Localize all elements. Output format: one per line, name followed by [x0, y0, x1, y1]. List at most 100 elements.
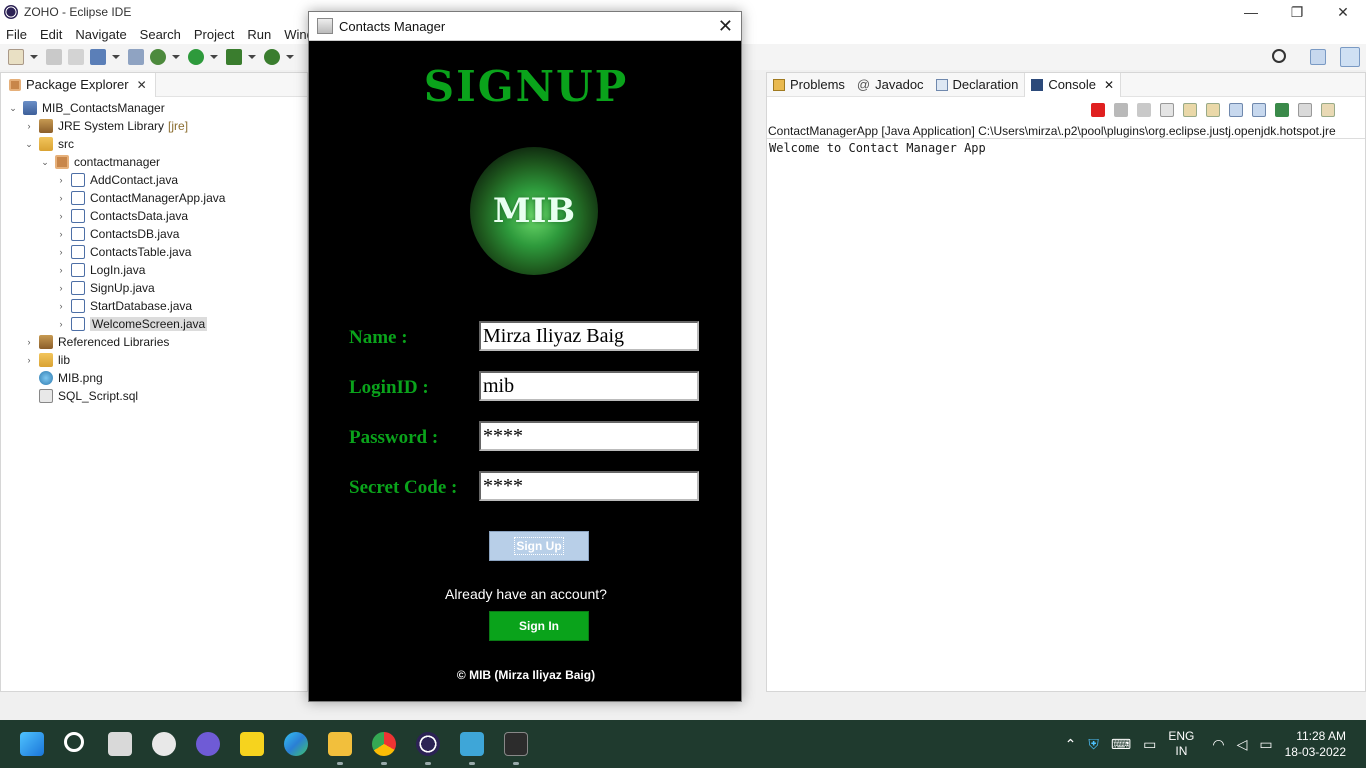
coverage-icon[interactable] [226, 49, 242, 65]
tree-item[interactable]: › ContactsData.java [1, 207, 307, 225]
tree-item[interactable]: › LogIn.java [1, 261, 307, 279]
tree-item[interactable]: › JRE System Library [jre] [1, 117, 307, 135]
tree-item[interactable]: › Referenced Libraries [1, 333, 307, 351]
display-icon[interactable]: ▭ [1143, 736, 1156, 753]
tree-item[interactable]: MIB.png [1, 369, 307, 387]
restore-button[interactable]: ❐ [1274, 0, 1320, 24]
tree-item[interactable]: › lib [1, 351, 307, 369]
collapsed-icon[interactable]: › [55, 174, 67, 186]
terminal-icon[interactable] [90, 49, 106, 65]
collapsed-icon[interactable]: › [55, 246, 67, 258]
collapsed-icon[interactable]: › [55, 282, 67, 294]
search-icon[interactable] [1272, 49, 1286, 63]
tree-item[interactable]: › StartDatabase.java [1, 297, 307, 315]
minimize-button[interactable]: — [1228, 0, 1274, 24]
sticky-notes-icon[interactable] [240, 732, 264, 756]
security-icon[interactable]: ⛨ [1088, 736, 1099, 753]
tree-item[interactable]: › ContactsDB.java [1, 225, 307, 243]
save-icon[interactable] [46, 49, 62, 65]
collapsed-icon[interactable]: › [55, 228, 67, 240]
tab-problems[interactable]: Problems [767, 73, 851, 97]
volume-icon[interactable]: ◁ [1237, 736, 1248, 753]
tree-item[interactable]: ⌄ contactmanager [1, 153, 307, 171]
menu-search[interactable]: Search [140, 27, 181, 42]
task-view-icon[interactable] [108, 732, 132, 756]
tab-console[interactable]: Console ✕ [1024, 72, 1122, 97]
eclipse-taskbar-icon[interactable] [416, 732, 440, 756]
collapsed-icon[interactable]: › [23, 120, 35, 132]
clock[interactable]: 11:28 AM 18-03-2022 [1285, 728, 1346, 760]
debug-icon[interactable] [150, 49, 166, 65]
file-explorer-icon[interactable] [328, 732, 352, 756]
tab-javadoc[interactable]: @ Javadoc [851, 73, 930, 97]
tree-item[interactable]: SQL_Script.sql [1, 387, 307, 405]
keyboard-icon[interactable]: ⌨ [1111, 736, 1131, 753]
remove-all-icon[interactable] [1137, 103, 1151, 117]
tree-item[interactable]: › ContactManagerApp.java [1, 189, 307, 207]
close-window-button[interactable]: ✕ [1320, 0, 1366, 24]
tree-item[interactable]: ⌄ MIB_ContactsManager [1, 99, 307, 117]
tree-item[interactable]: › SignUp.java [1, 279, 307, 297]
chrome-icon[interactable] [372, 732, 396, 756]
menu-run[interactable]: Run [247, 27, 271, 42]
start-icon[interactable] [20, 732, 44, 756]
word-wrap-icon[interactable] [1206, 103, 1220, 117]
password-field[interactable]: **** [479, 421, 699, 451]
new-icon[interactable] [8, 49, 24, 65]
collapsed-icon[interactable]: › [23, 336, 35, 348]
chevron-down-icon[interactable] [248, 55, 256, 59]
name-field[interactable]: Mirza Iliyaz Baig [479, 321, 699, 351]
show-stderr-icon[interactable] [1252, 103, 1266, 117]
collapsed-icon[interactable]: › [23, 354, 35, 366]
secret-code-field[interactable]: **** [479, 471, 699, 501]
tab-package-explorer[interactable]: Package Explorer ✕ [1, 72, 156, 97]
external-tools-icon[interactable] [264, 49, 280, 65]
open-perspective-icon[interactable] [1310, 49, 1326, 65]
collapsed-icon[interactable]: › [55, 318, 67, 330]
menu-file[interactable]: File [6, 27, 27, 42]
remove-launch-icon[interactable] [1114, 103, 1128, 117]
tree-item[interactable]: ⌄ src [1, 135, 307, 153]
widgets-icon[interactable] [152, 732, 176, 756]
chevron-down-icon[interactable] [286, 55, 294, 59]
chevron-down-icon[interactable] [112, 55, 120, 59]
menu-navigate[interactable]: Navigate [75, 27, 126, 42]
tree-item[interactable]: › ContactsTable.java [1, 243, 307, 261]
tab-declaration[interactable]: Declaration [930, 73, 1025, 97]
wifi-icon[interactable]: ◠ [1212, 736, 1224, 753]
show-stdout-icon[interactable] [1229, 103, 1243, 117]
dialog-close-button[interactable]: ✕ [718, 16, 733, 37]
display-console-icon[interactable] [1298, 103, 1312, 117]
terminal-icon[interactable] [504, 732, 528, 756]
open-console-icon[interactable] [1321, 103, 1335, 117]
sign-up-button[interactable]: Sign Up [489, 531, 589, 561]
console-vertical-scrollbar[interactable] [1349, 141, 1365, 671]
expanded-icon[interactable]: ⌄ [7, 102, 19, 114]
menu-project[interactable]: Project [194, 27, 234, 42]
tree-item[interactable]: › AddContact.java [1, 171, 307, 189]
run-icon[interactable] [188, 49, 204, 65]
close-icon[interactable]: ✕ [137, 78, 147, 92]
sign-in-button[interactable]: Sign In [489, 611, 589, 641]
pin-console-icon[interactable] [1275, 103, 1289, 117]
clear-console-icon[interactable] [1160, 103, 1174, 117]
scroll-lock-icon[interactable] [1183, 103, 1197, 117]
search-icon[interactable] [64, 732, 84, 752]
chevron-down-icon[interactable] [210, 55, 218, 59]
console-horizontal-scrollbar[interactable] [767, 675, 1327, 691]
chevron-down-icon[interactable] [30, 55, 38, 59]
notepad-icon[interactable] [460, 732, 484, 756]
skip-breakpoints-icon[interactable] [128, 49, 144, 65]
collapsed-icon[interactable]: › [55, 300, 67, 312]
battery-icon[interactable]: ▭ [1259, 736, 1272, 753]
close-icon[interactable]: ✕ [1104, 78, 1114, 92]
login-id-field[interactable]: mib [479, 371, 699, 401]
terminate-icon[interactable] [1091, 103, 1105, 117]
collapsed-icon[interactable]: › [55, 192, 67, 204]
tree-item[interactable]: › WelcomeScreen.java [1, 315, 307, 333]
save-all-icon[interactable] [68, 49, 84, 65]
chevron-up-icon[interactable]: ⌃ [1065, 736, 1077, 753]
menu-edit[interactable]: Edit [40, 27, 62, 42]
chat-icon[interactable] [196, 732, 220, 756]
collapsed-icon[interactable]: › [55, 264, 67, 276]
